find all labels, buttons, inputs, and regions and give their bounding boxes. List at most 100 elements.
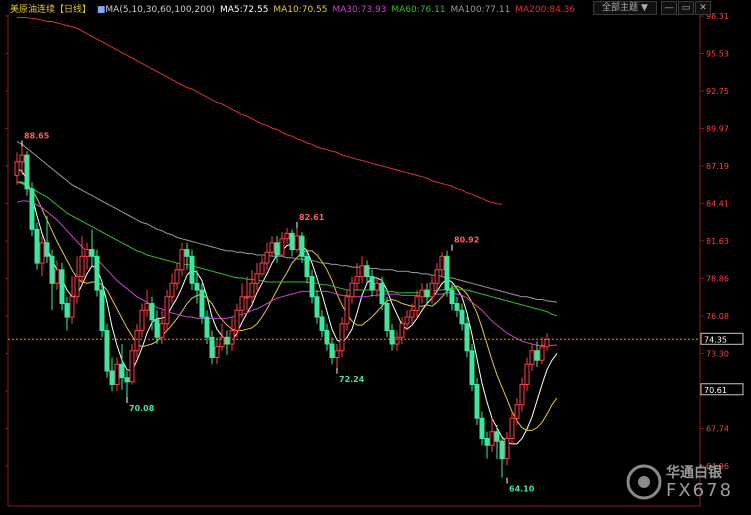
candle-up [294, 235, 300, 251]
candle-down [289, 232, 295, 251]
candle-up [159, 323, 165, 338]
ma-params: MA(5,10,30,60,100,200) [105, 5, 216, 15]
candle-down [94, 255, 100, 291]
candle-up [539, 346, 545, 361]
candle-down [274, 242, 280, 256]
chart-panel[interactable]: 98.31 95.53 92.75 89.97 87.19 84.41 81.63 78.86… [0, 0, 751, 511]
candle-down [89, 249, 95, 257]
candle-down [534, 350, 540, 361]
y-tick-label: 81.63 [706, 237, 729, 246]
candle-up [239, 296, 245, 311]
candle-up [244, 296, 250, 299]
candle-up [134, 330, 140, 352]
candle-up [264, 251, 270, 264]
candle-up [14, 161, 20, 176]
candle-up [374, 282, 380, 291]
candle-up [219, 336, 225, 348]
close-button[interactable]: ✕ [695, 1, 711, 15]
chevron-down-icon: ▼ [641, 3, 648, 13]
candle-up [214, 346, 220, 359]
candle-up [254, 273, 260, 284]
candle-up [344, 296, 350, 325]
candle-down [479, 417, 485, 439]
candlestick-chart[interactable]: 98.3195.5392.7589.9787.1984.4181.6378.86… [0, 0, 751, 511]
ma200-value: MA200:84.36 [515, 5, 576, 15]
candle-down [314, 296, 320, 318]
candle-up [544, 338, 550, 348]
ma30-value: MA30:73.93 [332, 5, 387, 15]
theme-select[interactable]: 全部主题 ▼ [593, 1, 657, 15]
candle-up [139, 309, 145, 332]
candle-up [419, 289, 425, 298]
candle-down [34, 228, 40, 264]
candle-down [364, 265, 370, 278]
candle-down [424, 289, 430, 298]
ma100-value: MA100:77.11 [450, 5, 511, 15]
period-label: 【日线】 [55, 5, 92, 15]
candle-down [109, 370, 115, 386]
candle-down [29, 188, 35, 230]
candle-down [304, 255, 310, 278]
high-annotation: 82.61 [299, 213, 325, 222]
candle-up [394, 336, 400, 345]
candle-up [129, 350, 135, 383]
candle-up [144, 303, 150, 311]
candle-down [474, 384, 480, 419]
candle-down [379, 282, 385, 305]
candle-down [384, 303, 390, 332]
candle-up [19, 154, 25, 163]
candle-down [119, 363, 125, 379]
candle-up [509, 417, 515, 439]
candle-down [49, 255, 55, 284]
ma60-value: MA60:76.11 [391, 5, 446, 15]
low-annotation: 70.08 [129, 404, 155, 413]
candle-down [64, 303, 70, 318]
low-annotation: 64.10 [509, 485, 535, 494]
watermark-en: FX678 [666, 480, 734, 501]
candle-up [229, 330, 235, 345]
chart-header: 美原油连续【日线】 ■MA(5,10,30,60,100,200) MA5:72… [10, 2, 575, 15]
candle-down [194, 282, 200, 291]
y-tick-label: 89.97 [706, 125, 729, 134]
candle-up [529, 350, 535, 365]
current-price-label: 74.35 [704, 335, 727, 344]
restore-button[interactable]: ▭ [678, 1, 694, 15]
candle-down [189, 255, 195, 284]
low-annotation: 72.24 [339, 375, 365, 384]
y-tick-label: 78.86 [706, 274, 729, 283]
candle-down [454, 303, 460, 311]
candle-down [204, 316, 210, 338]
candle-up [174, 269, 180, 284]
candle-down [494, 431, 500, 442]
close-icon: ✕ [699, 3, 707, 13]
candle-up [234, 309, 240, 332]
candle-down [369, 276, 375, 291]
high-annotation: 80.92 [454, 236, 479, 245]
ma10-price-label: 70.61 [704, 386, 727, 395]
candle-down [99, 289, 105, 332]
candle-up [504, 437, 510, 460]
candle-up [404, 316, 410, 325]
candle-up [164, 296, 170, 325]
candle-up [54, 269, 60, 284]
ma-line-ma200 [17, 17, 503, 205]
candle-down [24, 154, 30, 190]
candle-up [259, 262, 265, 275]
candle-up [399, 323, 405, 338]
candle-down [499, 440, 505, 460]
candle-down [299, 235, 305, 257]
minimize-button[interactable]: — [661, 1, 677, 15]
fx678-logo-icon [626, 464, 662, 500]
y-tick-label: 92.75 [706, 87, 729, 96]
candle-up [69, 296, 75, 318]
candle-up [434, 269, 440, 284]
candle-down [459, 309, 465, 325]
candle-up [284, 232, 290, 240]
candle-up [74, 276, 80, 298]
candle-down [319, 316, 325, 332]
candle-up [359, 265, 365, 278]
candle-down [444, 255, 450, 291]
ma5-value: MA5:72.55 [219, 5, 269, 15]
y-tick-label: 84.41 [706, 200, 729, 209]
candle-down [389, 330, 395, 345]
